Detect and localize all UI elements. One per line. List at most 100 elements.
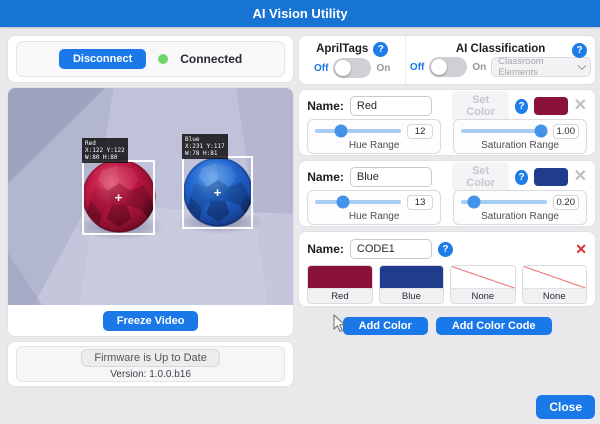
code-slot-1[interactable]: Red: [307, 265, 372, 304]
code-slots: Red Blue None None: [307, 265, 587, 304]
detection-box-red: +: [82, 160, 155, 235]
slider-row: 13: [315, 195, 433, 209]
freeze-video-button[interactable]: Freeze Video: [103, 311, 199, 331]
hue-value[interactable]: 12: [407, 124, 433, 139]
camera-feed: + Red X:122 Y:122 W:80 H:80 + Blue X:231…: [8, 88, 293, 305]
firmware-card: Firmware is Up to Date Version: 1.0.0.b1…: [7, 341, 294, 387]
detection-coords: X:122 Y:122: [85, 147, 125, 154]
saturation-range-box: 1.00 Saturation Range: [453, 119, 587, 154]
hue-slider-track[interactable]: [315, 129, 401, 133]
freeze-row: Freeze Video: [8, 305, 293, 336]
dialog-body: Disconnect Connected: [0, 27, 600, 387]
apriltags-toggle[interactable]: [333, 58, 371, 78]
code-help-icon[interactable]: ?: [438, 242, 453, 257]
remove-color-code-icon[interactable]: ✕: [575, 242, 587, 256]
dataset-dropdown-value: Classroom Elements: [498, 56, 578, 78]
hue-value[interactable]: 13: [407, 195, 433, 210]
name-label: Name:: [307, 242, 344, 256]
code-slot-none-icon: [451, 266, 514, 288]
close-button[interactable]: Close: [536, 395, 595, 419]
title-bar: AI Vision Utility: [0, 0, 600, 27]
detection-box-blue: +: [182, 156, 253, 229]
code-slot-label: None: [451, 288, 514, 303]
set-color-button: Set Color: [452, 162, 510, 192]
apriltags-section: AprilTags ? Off On: [299, 36, 405, 84]
color-swatch[interactable]: [534, 168, 568, 186]
detection-label-blue: Blue X:231 Y:117 W:78 H:81: [182, 134, 228, 159]
detection-name: Blue: [185, 136, 225, 143]
feature-toggles-card: AprilTags ? Off On AI Classification ? O…: [298, 35, 596, 85]
connected-status-dot: [158, 54, 168, 64]
hue-slider-knob[interactable]: [336, 196, 349, 209]
code-slot-label: Red: [308, 288, 371, 303]
ai-classification-on-label: On: [472, 62, 486, 73]
apriltags-on-label: On: [376, 63, 390, 74]
color-help-icon[interactable]: ?: [515, 99, 527, 114]
hue-range-label: Hue Range: [315, 211, 433, 222]
saturation-value[interactable]: 1.00: [553, 124, 580, 139]
disconnect-button[interactable]: Disconnect: [59, 49, 146, 69]
color-help-icon[interactable]: ?: [515, 170, 527, 185]
code-slot-none-icon: [523, 266, 586, 288]
color-name-input[interactable]: [350, 167, 432, 187]
ai-classification-toggle[interactable]: [429, 57, 467, 77]
apriltags-help-icon[interactable]: ?: [373, 42, 388, 57]
color-row-red: Name: Set Color ? ✕ 12 Hue Range: [298, 89, 596, 156]
saturation-range-label: Saturation Range: [461, 211, 579, 222]
toggle-knob: [431, 59, 447, 75]
saturation-slider-track[interactable]: [461, 200, 546, 204]
saturation-slider-track[interactable]: [461, 129, 546, 133]
saturation-slider-knob[interactable]: [534, 125, 547, 138]
range-row: 13 Hue Range 0.20 Saturation Range: [307, 190, 587, 225]
connection-card: Disconnect Connected: [7, 35, 294, 83]
app-title: AI Vision Utility: [252, 6, 347, 21]
add-color-button[interactable]: Add Color: [343, 317, 428, 335]
apriltags-title-row: AprilTags ?: [316, 42, 388, 57]
add-color-code-button[interactable]: Add Color Code: [436, 317, 552, 335]
detection-center-cross: +: [214, 185, 222, 198]
slider-row: 1.00: [461, 124, 579, 138]
hue-range-label: Hue Range: [315, 140, 433, 151]
hue-slider-track[interactable]: [315, 200, 401, 204]
code-slot-3[interactable]: None: [450, 265, 515, 304]
color-name-row: Name: Set Color ? ✕: [307, 165, 587, 189]
ai-classification-help-icon[interactable]: ?: [572, 43, 587, 58]
code-slot-color: [380, 266, 443, 288]
connection-status-label: Connected: [180, 52, 242, 66]
apriltags-toggle-row: Off On: [314, 58, 390, 78]
name-label: Name:: [307, 170, 344, 184]
code-slot-color: [308, 266, 371, 288]
color-swatch[interactable]: [534, 97, 568, 115]
detection-size: W:80 H:80: [85, 154, 125, 161]
firmware-version-label: Version: 1.0.0.b16: [110, 369, 191, 380]
detection-size: W:78 H:81: [185, 150, 225, 157]
code-slot-4[interactable]: None: [522, 265, 587, 304]
left-column: Disconnect Connected: [7, 35, 294, 387]
slider-row: 0.20: [461, 195, 579, 209]
saturation-slider-knob[interactable]: [467, 196, 480, 209]
firmware-inner: Firmware is Up to Date Version: 1.0.0.b1…: [16, 346, 285, 382]
connection-inner: Disconnect Connected: [16, 41, 285, 77]
saturation-value[interactable]: 0.20: [553, 195, 580, 210]
code-name-input[interactable]: [350, 239, 432, 259]
slider-row: 12: [315, 124, 433, 138]
color-row-blue: Name: Set Color ? ✕ 13 Hue Range: [298, 160, 596, 227]
color-name-input[interactable]: [350, 96, 432, 116]
set-color-button: Set Color: [452, 91, 510, 121]
code-slot-2[interactable]: Blue: [379, 265, 444, 304]
code-slot-label: None: [523, 288, 586, 303]
ai-classification-title: AI Classification: [456, 43, 545, 55]
saturation-range-box: 0.20 Saturation Range: [453, 190, 587, 225]
ai-classification-title-row: AI Classification: [456, 43, 545, 55]
apriltags-title: AprilTags: [316, 43, 368, 55]
range-row: 12 Hue Range 1.00 Saturation Range: [307, 119, 587, 154]
ai-classification-off-label: Off: [410, 62, 424, 73]
dataset-dropdown[interactable]: Classroom Elements: [491, 57, 591, 77]
detection-label-red: Red X:122 Y:122 W:80 H:80: [82, 138, 128, 163]
code-slot-label: Blue: [380, 288, 443, 303]
detection-name: Red: [85, 140, 125, 147]
hue-slider-knob[interactable]: [334, 125, 347, 138]
name-label: Name:: [307, 99, 344, 113]
remove-color-icon[interactable]: ✕: [574, 169, 587, 185]
remove-color-icon[interactable]: ✕: [574, 98, 587, 114]
